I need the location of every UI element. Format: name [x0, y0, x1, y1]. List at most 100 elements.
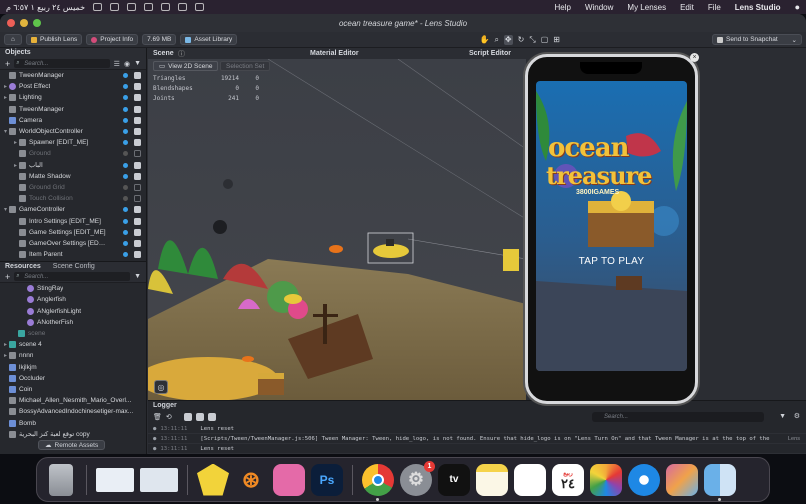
launchpad-app-icon[interactable]	[666, 463, 698, 496]
resource-tree-row[interactable]: Anglerfish	[0, 294, 146, 305]
disclosure-arrow-icon[interactable]: ▸	[12, 139, 19, 146]
resource-tree-row[interactable]: ANotherFish	[0, 317, 146, 328]
control-center-icon[interactable]	[93, 3, 103, 11]
enabled-checkbox[interactable]	[134, 217, 141, 225]
resource-tree-row[interactable]: BossyAdvancedIndochinesetiger-max...	[0, 406, 146, 417]
visibility-dot-icon[interactable]	[123, 95, 128, 101]
datetime[interactable]: خميس ٢٤ ربيع ١ ٦:٥٧ م	[6, 3, 85, 12]
warning-filter-icon[interactable]	[195, 412, 204, 421]
disclosure-arrow-icon[interactable]: ▸	[2, 83, 9, 90]
tab-script-editor[interactable]: Script Editor	[469, 50, 511, 57]
object-tree-row[interactable]: ▾ WorldObjectController	[0, 126, 146, 137]
visibility-dot-icon[interactable]	[123, 252, 128, 258]
enabled-checkbox[interactable]	[134, 72, 141, 80]
rect-tool-icon[interactable]: ▢	[541, 35, 549, 45]
resource-tree-row[interactable]: Bomb	[0, 417, 146, 428]
menu-window[interactable]: Window	[585, 3, 613, 12]
object-tree-row[interactable]: Camera	[0, 115, 146, 126]
enabled-checkbox[interactable]	[134, 128, 141, 136]
resource-tree-row[interactable]: scene	[0, 328, 146, 339]
browser-window-thumbnail-icon[interactable]	[140, 467, 178, 492]
filter-icon[interactable]: ▼	[134, 60, 141, 67]
move-tool-icon[interactable]: ✥	[503, 34, 513, 45]
rotate-tool-icon[interactable]: ↻	[518, 35, 525, 45]
visibility-dot-icon[interactable]	[123, 162, 128, 168]
enabled-checkbox[interactable]	[134, 161, 141, 169]
object-tree-row[interactable]: TweenManager	[0, 70, 146, 81]
zoom-tool-icon[interactable]: ⌕	[494, 35, 498, 45]
visibility-dot-icon[interactable]	[123, 151, 128, 157]
menu-app-name[interactable]: Lens Studio	[735, 3, 781, 12]
apple-icon[interactable]: ●	[795, 2, 800, 12]
disclosure-arrow-icon[interactable]: ▸	[12, 162, 19, 169]
keyboard-input-icon[interactable]	[178, 3, 188, 11]
camera-view-icon[interactable]: ◎	[154, 380, 168, 394]
enabled-checkbox[interactable]	[134, 94, 141, 102]
resource-tree-row[interactable]: lkjlkjm	[0, 362, 146, 373]
enabled-checkbox[interactable]	[134, 195, 141, 203]
memory-indicator[interactable]: 7.69 MB	[142, 34, 177, 45]
enabled-checkbox[interactable]	[134, 228, 141, 236]
chrome-app-icon[interactable]	[362, 463, 394, 501]
object-tree-row[interactable]: Item Parent	[0, 249, 146, 260]
search-spotlight-icon[interactable]	[110, 3, 120, 11]
visibility-icon[interactable]: ◉	[124, 60, 130, 68]
apple-tv-app-icon[interactable]: tv	[438, 463, 470, 496]
visibility-dot-icon[interactable]	[123, 84, 128, 90]
wifi-icon[interactable]	[127, 3, 137, 11]
object-tree-row[interactable]: Game Settings [EDIT_ME]	[0, 227, 146, 238]
screenshot-thumbnail-icon[interactable]	[96, 467, 134, 492]
visibility-dot-icon[interactable]	[123, 140, 128, 146]
visibility-dot-icon[interactable]	[123, 129, 128, 135]
resource-tree-row[interactable]: Occluder	[0, 373, 146, 384]
resource-tree-row[interactable]: ▸ scene 4	[0, 339, 146, 350]
enabled-checkbox[interactable]	[134, 105, 141, 113]
object-tree-row[interactable]: ▸ Post Effect	[0, 81, 146, 92]
log-row[interactable]: ● 13:11:11 Lens reset	[148, 444, 806, 454]
objects-search-input[interactable]: Search...	[14, 59, 110, 68]
tab-resources[interactable]: Resources	[5, 263, 41, 270]
scene-viewport[interactable]: ▭ View 2D Scene Selection Set Triangles 1…	[148, 59, 526, 400]
home-button[interactable]: ⌂	[4, 34, 22, 45]
menu-edit[interactable]: Edit	[680, 3, 694, 12]
resource-tree-row[interactable]: StingRay	[0, 283, 146, 294]
close-preview-icon[interactable]: ×	[690, 53, 699, 62]
safari-app-icon[interactable]	[628, 463, 660, 496]
lens-studio-app-icon[interactable]	[197, 463, 229, 496]
visibility-dot-icon[interactable]	[123, 184, 128, 190]
enabled-checkbox[interactable]	[134, 83, 141, 91]
asset-library-button[interactable]: Asset Library	[180, 34, 238, 45]
photoshop-app-icon[interactable]: Ps	[311, 463, 343, 496]
resource-tree-row[interactable]: ANglerfishLight	[0, 306, 146, 317]
enabled-checkbox[interactable]	[134, 239, 141, 247]
logger-search-input[interactable]: Search...	[592, 412, 764, 422]
object-tree-row[interactable]: GameOver Settings [EDIT_ME]	[0, 238, 146, 249]
object-tree-row[interactable]: Ground Grid	[0, 182, 146, 193]
enabled-checkbox[interactable]	[134, 116, 141, 124]
add-object-icon[interactable]: +	[5, 59, 10, 69]
object-tree-row[interactable]: Touch Collision	[0, 193, 146, 204]
resource-tree-row[interactable]: توقع لعبة كنز البحرية copy	[0, 429, 146, 440]
system-settings-app-icon[interactable]: ⚙ 1	[400, 460, 435, 496]
tab-scene[interactable]: Scene	[153, 50, 174, 57]
disclosure-arrow-icon[interactable]: ▸	[2, 352, 9, 359]
calendar-app-icon[interactable]: ربيع ٢٤	[552, 463, 584, 496]
object-tree-row[interactable]: Ground	[0, 148, 146, 159]
minimize-window-button[interactable]	[20, 19, 28, 27]
send-to-snapchat-button[interactable]: Send to Snapchat ⌄	[712, 34, 802, 45]
object-tree-row[interactable]: ▾ GameController	[0, 204, 146, 215]
preview-phone[interactable]: ocean treasure 3800IGAMES TAP TO PLAY	[525, 54, 698, 404]
selection-set-button[interactable]: Selection Set	[220, 61, 271, 71]
finder-app-icon[interactable]	[704, 463, 736, 501]
tab-scene-config[interactable]: Scene Config	[53, 263, 95, 270]
battery-icon[interactable]	[144, 3, 154, 11]
menu-help[interactable]: Help	[555, 3, 571, 12]
object-tree-row[interactable]: ▸ الباب	[0, 160, 146, 171]
object-tree-row[interactable]: ▸ Lighting	[0, 92, 146, 103]
enabled-checkbox[interactable]	[134, 251, 141, 259]
disclosure-arrow-icon[interactable]: ▸	[2, 94, 9, 101]
preview-screen[interactable]: ocean treasure 3800IGAMES TAP TO PLAY	[536, 81, 687, 371]
screen-record-icon[interactable]	[195, 3, 205, 11]
object-tree-row[interactable]: ▸ Spawner [EDIT_ME]	[0, 137, 146, 148]
object-tree-row[interactable]: TweenManager	[0, 104, 146, 115]
